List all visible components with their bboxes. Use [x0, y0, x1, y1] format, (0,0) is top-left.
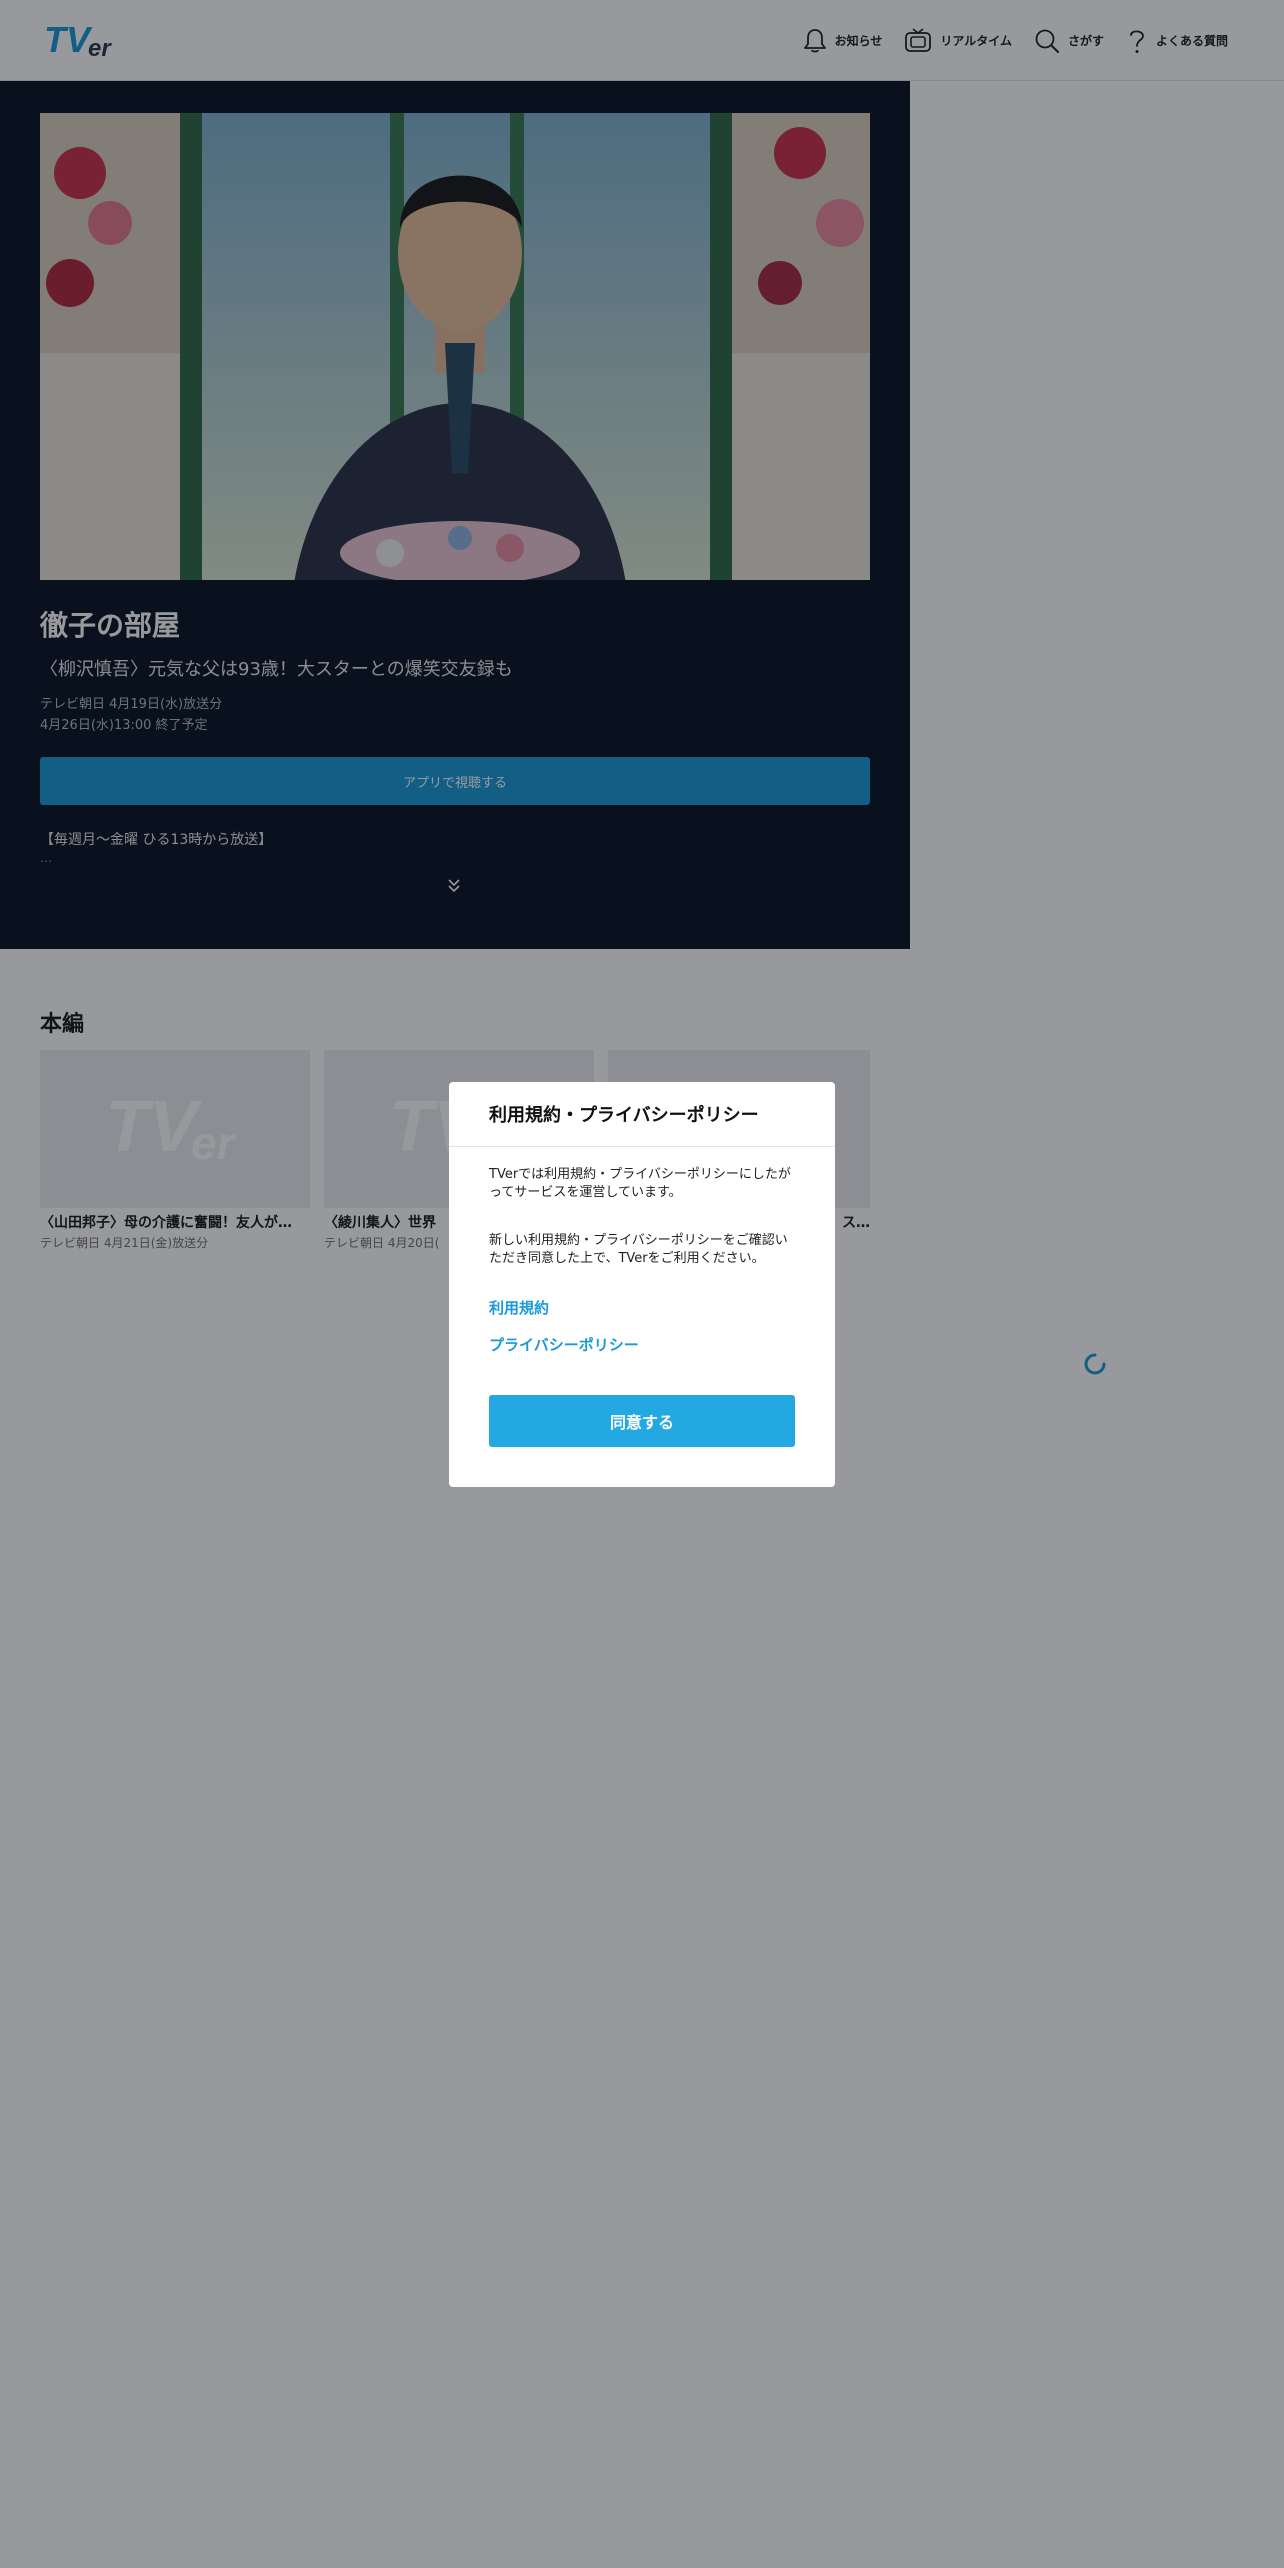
dialog-title: 利用規約・プライバシーポリシー	[449, 1082, 835, 1147]
privacy-policy-link[interactable]: プライバシーポリシー	[489, 1334, 639, 1355]
terms-of-use-link[interactable]: 利用規約	[489, 1297, 549, 1318]
dialog-text-intro: TVerでは利用規約・プライバシーポリシーにしたがってサービスを運営しています。	[489, 1167, 791, 1200]
terms-consent-dialog: 利用規約・プライバシーポリシー TVerでは利用規約・プライバシーポリシーにした…	[449, 1082, 835, 1487]
dialog-text-instruction: 新しい利用規約・プライバシーポリシーをご確認いただき同意した上で、TVerをご利…	[489, 1233, 788, 1266]
agree-button[interactable]: 同意する	[489, 1395, 795, 1447]
